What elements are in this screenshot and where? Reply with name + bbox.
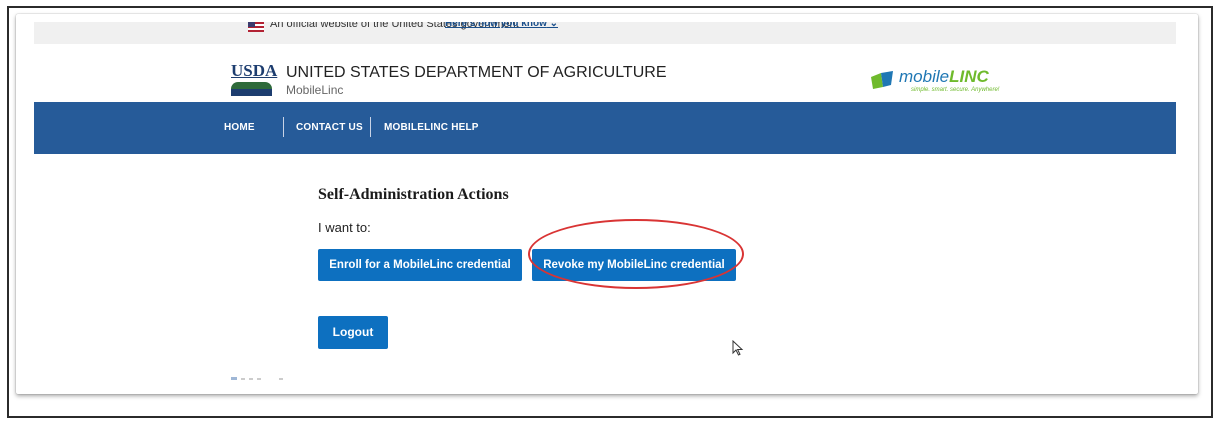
action-prompt: I want to: bbox=[318, 220, 371, 235]
usda-logo[interactable]: USDA bbox=[231, 61, 278, 98]
heres-how-you-know-link[interactable]: Here's how you know ⌄ bbox=[445, 18, 558, 29]
gov-banner: An official website of the United States… bbox=[34, 22, 1176, 44]
browser-page: An official website of the United States… bbox=[16, 14, 1198, 394]
mobilelinc-logo: mobileLINC simple. smart. secure. Anywhe… bbox=[871, 67, 999, 97]
usda-logo-text: USDA bbox=[231, 61, 278, 80]
mobilelinc-logo-part2: LINC bbox=[949, 67, 989, 86]
main-nav: HOME CONTACT US MOBILELINC HELP bbox=[34, 102, 1176, 154]
nav-separator bbox=[283, 117, 284, 137]
subagency-title: MobileLinc bbox=[286, 83, 344, 97]
page-heading: Self-Administration Actions bbox=[318, 186, 509, 203]
revoke-highlight-ellipse bbox=[528, 219, 744, 289]
logout-button[interactable]: Logout bbox=[318, 316, 388, 349]
mouse-pointer-icon bbox=[732, 340, 744, 356]
enroll-credential-button[interactable]: Enroll for a MobileLinc credential bbox=[318, 249, 522, 281]
mobilelinc-logo-name: mobileLINC bbox=[899, 67, 989, 87]
mobilelinc-logo-part1: mobile bbox=[899, 67, 950, 86]
nav-contact-us[interactable]: CONTACT US bbox=[296, 122, 363, 133]
usda-logo-swoosh-blue bbox=[231, 89, 272, 96]
usda-logo-swoosh-green bbox=[231, 82, 272, 89]
agency-title: UNITED STATES DEPARTMENT OF AGRICULTURE bbox=[286, 64, 667, 81]
heres-how-you-know-label: Here's how you know bbox=[445, 18, 547, 29]
us-flag-icon bbox=[248, 22, 264, 32]
mobilelinc-tagline: simple. smart. secure. Anywhere! bbox=[911, 87, 1000, 93]
nav-home[interactable]: HOME bbox=[224, 122, 255, 133]
mobilelinc-book-icon bbox=[871, 71, 893, 89]
nav-separator bbox=[370, 117, 371, 137]
footer-partial bbox=[231, 377, 283, 380]
nav-mobilelinc-help[interactable]: MOBILELINC HELP bbox=[384, 122, 479, 133]
